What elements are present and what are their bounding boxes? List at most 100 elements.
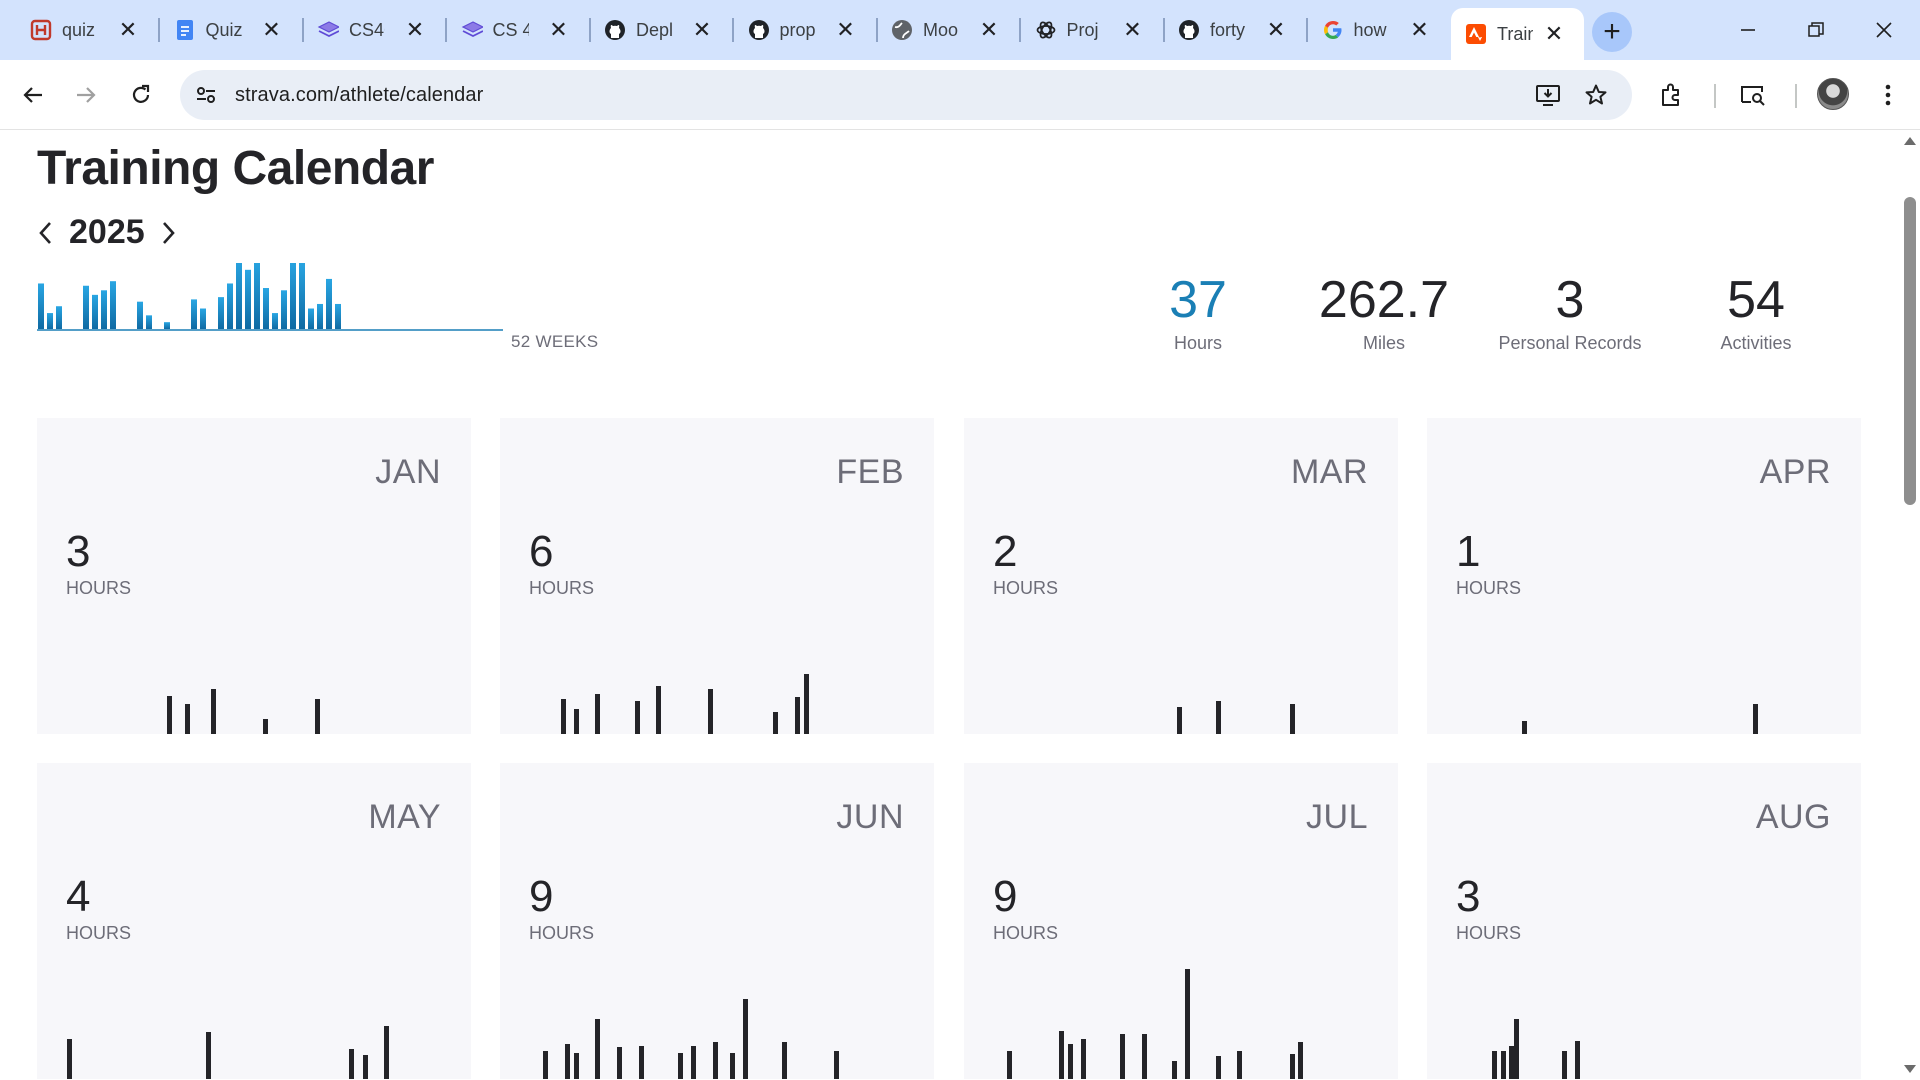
reload-button[interactable] <box>121 75 161 115</box>
tab-close-icon[interactable]: ✕ <box>1542 22 1566 46</box>
scroll-down-arrow[interactable] <box>1904 1065 1916 1073</box>
previous-year-button[interactable] <box>35 218 55 248</box>
month-card-mar[interactable]: MAR 2 HOURS <box>964 418 1398 734</box>
activity-bar[interactable] <box>1290 704 1295 734</box>
scrollbar-thumb[interactable] <box>1904 197 1916 505</box>
bookmark-button[interactable] <box>1582 81 1610 109</box>
week-bar[interactable] <box>56 306 62 329</box>
activity-bar[interactable] <box>185 704 190 734</box>
browser-tab[interactable]: quiz ✕ <box>16 12 158 48</box>
week-bar[interactable] <box>236 263 242 329</box>
activity-bar[interactable] <box>1007 1051 1012 1079</box>
activity-bar[interactable] <box>1290 1054 1295 1079</box>
week-bar[interactable] <box>191 299 197 329</box>
week-bar[interactable] <box>335 303 341 329</box>
activity-bar[interactable] <box>206 1032 211 1079</box>
activity-bar[interactable] <box>1237 1051 1242 1079</box>
browser-tab[interactable]: Depl ✕ <box>590 12 732 48</box>
activity-bar[interactable] <box>730 1053 735 1079</box>
activity-bar[interactable] <box>67 1039 72 1079</box>
restore-button[interactable] <box>1794 10 1838 50</box>
activity-bar[interactable] <box>1753 704 1758 734</box>
month-card-aug[interactable]: AUG 3 HOURS <box>1427 763 1861 1079</box>
activity-bar[interactable] <box>617 1047 622 1079</box>
week-bar[interactable] <box>317 303 323 329</box>
week-bar[interactable] <box>164 322 170 329</box>
week-bar[interactable] <box>92 294 98 329</box>
week-bar[interactable] <box>299 263 305 329</box>
tab-close-icon[interactable]: ✕ <box>547 18 571 42</box>
url-text[interactable]: strava.com/athlete/calendar <box>235 84 483 107</box>
activity-bar[interactable] <box>804 674 809 734</box>
menu-button[interactable] <box>1870 77 1906 113</box>
tab-close-icon[interactable]: ✕ <box>690 18 714 42</box>
browser-tab[interactable]: Moo ✕ <box>877 12 1019 48</box>
week-bar[interactable] <box>137 301 143 329</box>
activity-bar[interactable] <box>363 1055 368 1079</box>
tab-close-icon[interactable]: ✕ <box>977 18 1001 42</box>
forward-button[interactable] <box>66 75 106 115</box>
week-bar[interactable] <box>245 269 251 329</box>
month-card-jul[interactable]: JUL 9 HOURS <box>964 763 1398 1079</box>
activity-bar[interactable] <box>708 689 713 734</box>
browser-tab[interactable]: Quiz ✕ <box>160 12 302 48</box>
month-card-feb[interactable]: FEB 6 HOURS <box>500 418 934 734</box>
activity-bar[interactable] <box>1059 1031 1064 1079</box>
activity-bar[interactable] <box>1216 1056 1221 1079</box>
activity-bar[interactable] <box>1081 1039 1086 1079</box>
activity-bar[interactable] <box>713 1042 718 1079</box>
close-window-button[interactable] <box>1862 10 1906 50</box>
week-bar[interactable] <box>326 278 332 329</box>
activity-bar[interactable] <box>595 694 600 734</box>
activity-bar[interactable] <box>635 701 640 734</box>
activity-bar[interactable] <box>1522 721 1527 734</box>
extensions-button[interactable] <box>1654 77 1690 113</box>
browser-tab[interactable]: CS46 ✕ <box>303 12 445 48</box>
tab-close-icon[interactable]: ✕ <box>1408 18 1432 42</box>
activity-bar[interactable] <box>834 1051 839 1079</box>
activity-bar[interactable] <box>595 1019 600 1079</box>
week-bar[interactable] <box>101 290 107 329</box>
activity-bar[interactable] <box>1185 969 1190 1079</box>
activity-bar[interactable] <box>315 699 320 734</box>
activity-bar[interactable] <box>565 1044 570 1079</box>
week-bar[interactable] <box>272 313 278 329</box>
activity-bar[interactable] <box>211 689 216 734</box>
back-button[interactable] <box>13 75 53 115</box>
activity-bar[interactable] <box>1177 707 1182 734</box>
activity-bar[interactable] <box>678 1053 683 1079</box>
activity-bar[interactable] <box>691 1046 696 1079</box>
profile-avatar[interactable] <box>1817 78 1849 110</box>
new-tab-button[interactable]: + <box>1592 12 1632 52</box>
activity-bar[interactable] <box>1120 1034 1125 1079</box>
week-bar[interactable] <box>47 313 53 329</box>
activity-bar[interactable] <box>561 699 566 734</box>
week-bar[interactable] <box>200 308 206 329</box>
activity-bar[interactable] <box>263 719 268 734</box>
week-bar[interactable] <box>254 263 260 329</box>
activity-bar[interactable] <box>1562 1051 1567 1079</box>
site-settings-icon[interactable] <box>194 83 218 107</box>
browser-tab[interactable]: CS 4 ✕ <box>447 12 589 48</box>
tab-close-icon[interactable]: ✕ <box>1264 18 1288 42</box>
activity-bar[interactable] <box>773 712 778 734</box>
activity-bar[interactable] <box>167 696 172 734</box>
activity-bar[interactable] <box>1514 1019 1519 1079</box>
week-bar[interactable] <box>308 308 314 329</box>
browser-tab[interactable]: prop ✕ <box>734 12 876 48</box>
scroll-up-arrow[interactable] <box>1904 137 1916 145</box>
browser-tab[interactable]: how ✕ <box>1308 12 1450 48</box>
activity-bar[interactable] <box>574 1053 579 1079</box>
next-year-button[interactable] <box>159 218 179 248</box>
week-bar[interactable] <box>146 315 152 329</box>
week-bar[interactable] <box>218 297 224 329</box>
install-app-button[interactable] <box>1534 81 1562 109</box>
tab-close-icon[interactable]: ✕ <box>116 18 140 42</box>
activity-bar[interactable] <box>543 1051 548 1079</box>
week-bar[interactable] <box>38 283 44 329</box>
week-bar[interactable] <box>110 281 116 329</box>
tab-close-icon[interactable]: ✕ <box>834 18 858 42</box>
month-card-jun[interactable]: JUN 9 HOURS <box>500 763 934 1079</box>
address-bar[interactable]: strava.com/athlete/calendar <box>180 70 1632 120</box>
week-bar[interactable] <box>290 263 296 329</box>
